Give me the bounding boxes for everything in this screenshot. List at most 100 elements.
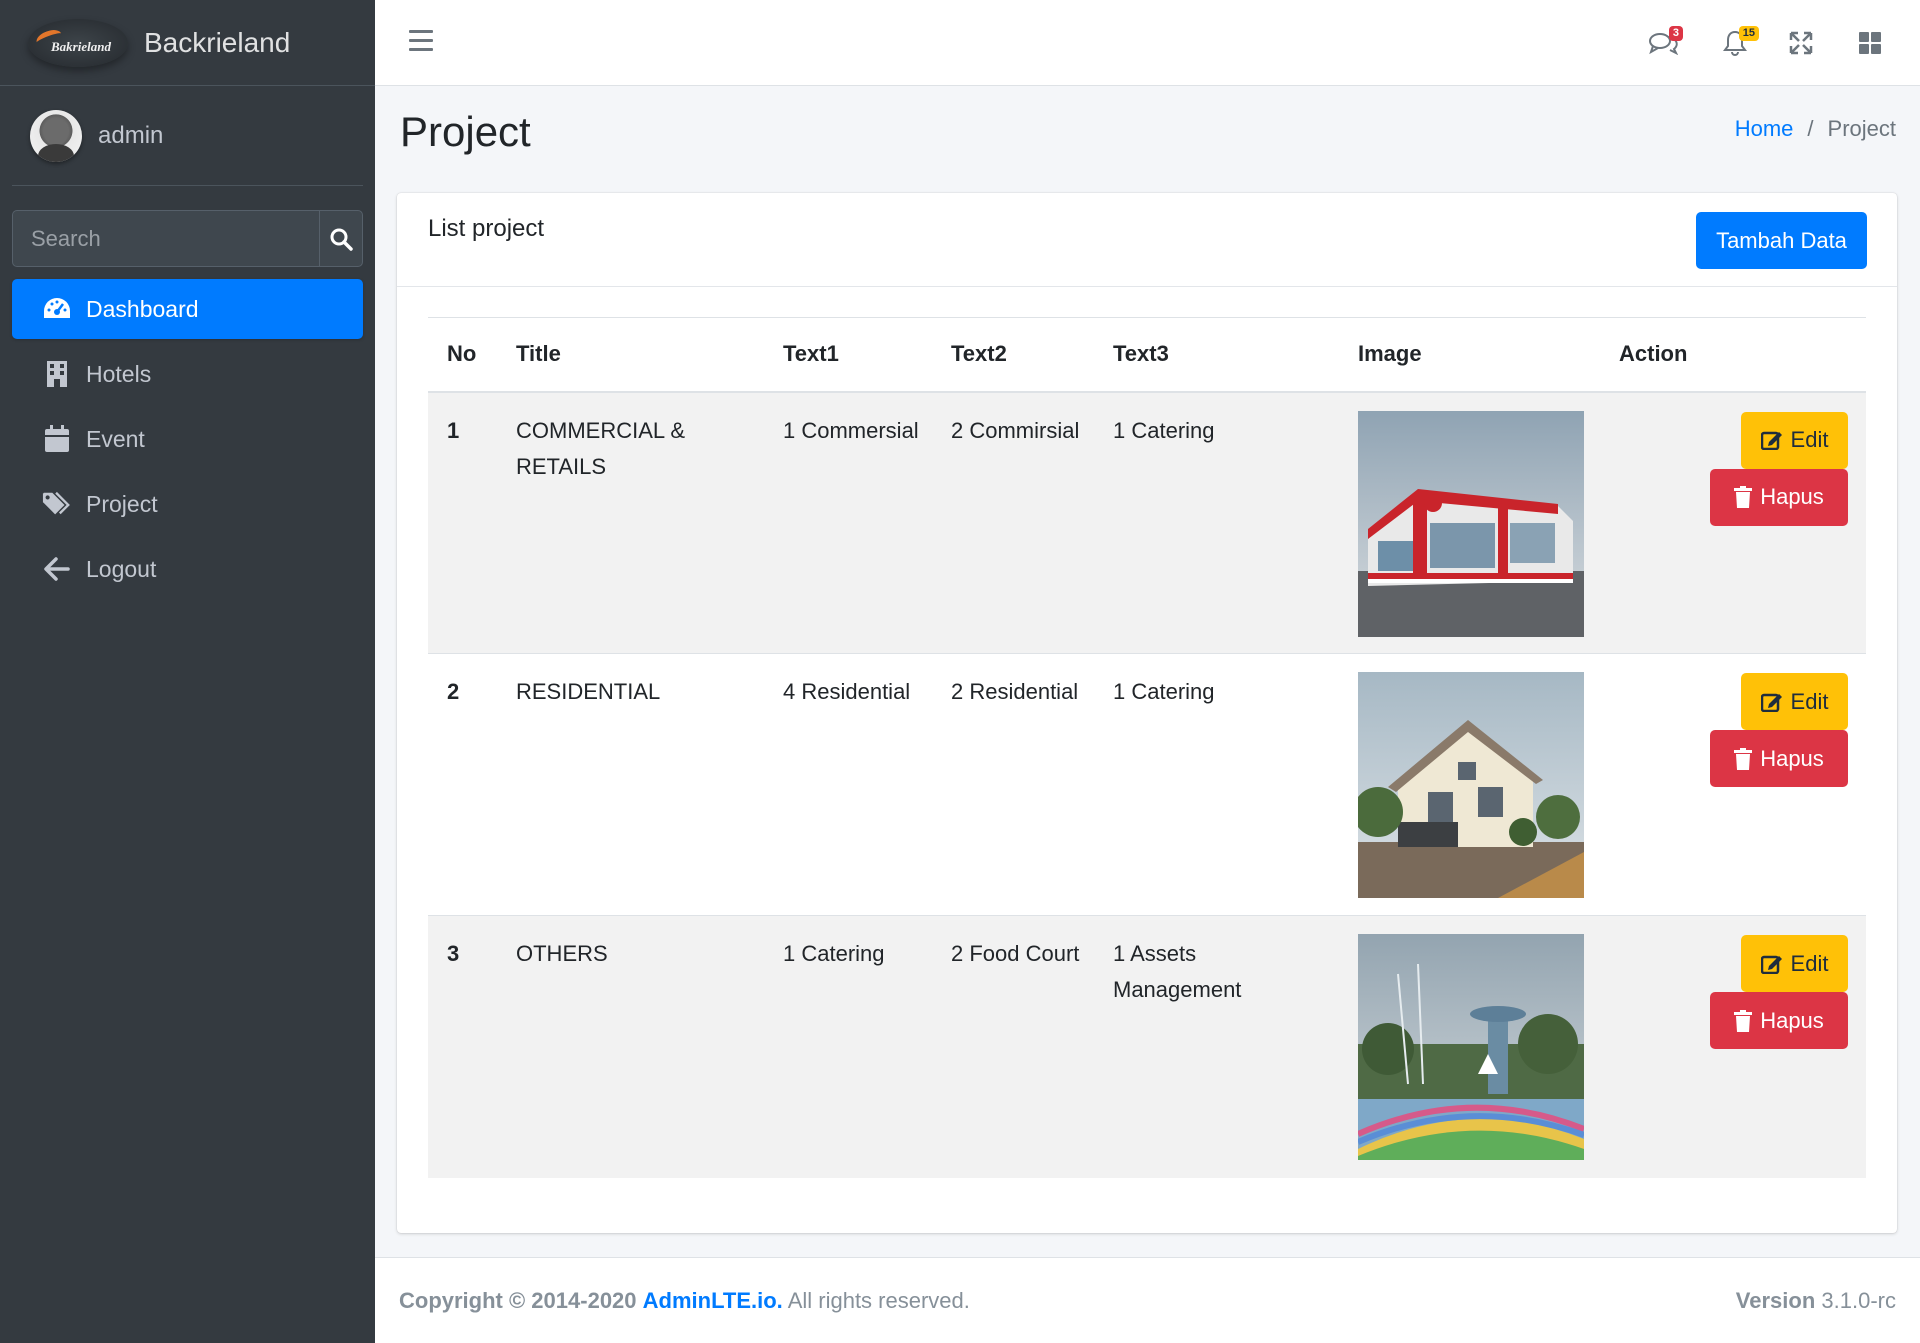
edit-label: Edit [1790,688,1829,714]
delete-button[interactable]: Hapus [1710,730,1848,787]
copyright-text: Copyright © 2014-2020 [399,1288,637,1313]
cell-text1: 1 Catering [783,941,885,966]
footer-version: Version 3.1.0-rc [1736,1288,1896,1314]
table-header-row: No Title Text1 Text2 Text3 Image Action [428,317,1866,392]
version-number: 3.1.0-rc [1821,1288,1896,1313]
calendar-icon [42,424,72,454]
cell-text2: 2 Residential [951,679,1079,704]
cell-text3: 1 Catering [1113,679,1215,704]
project-list-card: List project Tambah Data No Title Text1 … [397,193,1897,1233]
commercial-building-photo [1358,410,1584,637]
sidebar-item-hotels[interactable]: Hotels [12,344,363,404]
cell-image [1339,392,1600,654]
search-button[interactable] [319,210,363,267]
cell-no: 2 [447,679,460,704]
edit-label: Edit [1790,950,1829,976]
cell-action: Edit Hapus [1600,916,1866,1178]
sidebar-item-project[interactable]: Project [12,474,363,534]
top-navbar: 3 15 [375,0,1920,86]
add-data-button[interactable]: Tambah Data [1696,212,1867,269]
cell-title: OTHERS [516,941,608,966]
breadcrumb-home-link[interactable]: Home [1735,116,1794,142]
breadcrumb-separator: / [1807,116,1814,141]
notifications-badge: 15 [1738,26,1759,41]
delete-button[interactable]: Hapus [1710,468,1848,526]
table-row: 3 OTHERS 1 Catering 2 Food Court 1 Asset… [428,915,1866,1178]
brand-logo: Bakrieland [28,18,128,67]
cell-action: Edit Hapus [1600,392,1866,654]
trash-icon [1734,486,1753,508]
column-header-text2: Text2 [951,341,1007,367]
cell-action: Edit Hapus [1600,654,1866,916]
edit-button[interactable]: Edit [1741,673,1848,730]
messages-badge: 3 [1668,26,1683,41]
cell-image [1339,916,1600,1178]
sidebar-item-label: Hotels [86,360,152,387]
cell-text3: 1 Assets Management [1113,941,1242,1002]
card-header: List project Tambah Data [397,193,1897,287]
residential-house-photo [1358,672,1584,898]
brand-link[interactable]: Bakrieland Backrieland [0,0,375,86]
breadcrumb: Home / Project [1735,116,1896,142]
cell-title: RESIDENTIAL [516,679,661,704]
menu-toggle-icon[interactable] [409,30,433,52]
main-footer: Copyright © 2014-2020 AdminLTE.io. All r… [375,1257,1920,1343]
version-label: Version [1735,1288,1816,1313]
column-header-image: Image [1358,341,1422,367]
footer-copyright: Copyright © 2014-2020 AdminLTE.io. All r… [399,1288,970,1314]
brand-name: Backrieland [144,26,291,58]
cell-text2: 2 Commirsial [951,417,1080,443]
user-panel[interactable]: admin [12,86,363,186]
waterpark-photo [1358,934,1584,1160]
fullscreen-button[interactable] [1781,24,1821,62]
notifications-button[interactable]: 15 [1715,24,1759,62]
sidebar-item-label: Event [86,425,145,452]
tags-icon [42,489,72,519]
trash-icon [1734,747,1753,770]
delete-label: Hapus [1760,1007,1824,1033]
search-input[interactable] [12,210,319,267]
sidebar-item-dashboard[interactable]: Dashboard [12,279,363,339]
delete-button[interactable]: Hapus [1710,992,1848,1049]
column-header-no: No [447,341,477,367]
edit-button[interactable]: Edit [1741,411,1848,469]
cell-no: 1 [447,417,460,443]
edit-icon [1760,431,1782,450]
cell-title: COMMERCIAL & RETAILS [516,417,686,479]
arrow-left-icon [42,554,72,584]
user-name[interactable]: admin [98,122,163,150]
avatar [30,109,82,162]
adminlte-link[interactable]: AdminLTE.io. [643,1288,783,1313]
edit-icon [1760,955,1782,974]
column-header-text3: Text3 [1113,341,1169,367]
edit-icon [1760,693,1782,712]
cell-text1: 4 Residential [783,679,911,704]
sidebar-item-label: Logout [86,555,157,582]
cell-image [1339,654,1600,916]
project-table: No Title Text1 Text2 Text3 Image Action … [428,317,1866,1178]
delete-label: Hapus [1760,745,1824,771]
control-sidebar-button[interactable] [1850,24,1890,62]
sidebar-item-logout[interactable]: Logout [12,539,363,599]
rights-text: All rights reserved. [787,1288,970,1313]
delete-label: Hapus [1760,484,1824,509]
sidebar-item-label: Project [86,490,158,517]
card-title: List project [428,215,545,242]
search-icon [330,228,353,251]
column-header-text1: Text1 [783,341,839,367]
cell-text2: 2 Food Court [951,941,1080,966]
building-icon [42,359,72,389]
column-header-title: Title [516,341,561,367]
page-title: Project [400,108,531,155]
sidebar-nav: Dashboard Hotels Event Project Logout [12,279,363,604]
sidebar-item-event[interactable]: Event [12,409,363,469]
edit-label: Edit [1790,427,1829,452]
messages-button[interactable]: 3 [1643,24,1683,62]
tachometer-icon [42,294,72,324]
expand-arrows-icon [1789,31,1813,55]
cell-no: 3 [447,941,460,966]
edit-button[interactable]: Edit [1741,935,1848,992]
main-sidebar: Bakrieland Backrieland admin Search Dash… [0,0,375,1343]
table-row: 2 RESIDENTIAL 4 Residential 2 Residentia… [428,653,1866,916]
column-header-action: Action [1619,341,1688,367]
